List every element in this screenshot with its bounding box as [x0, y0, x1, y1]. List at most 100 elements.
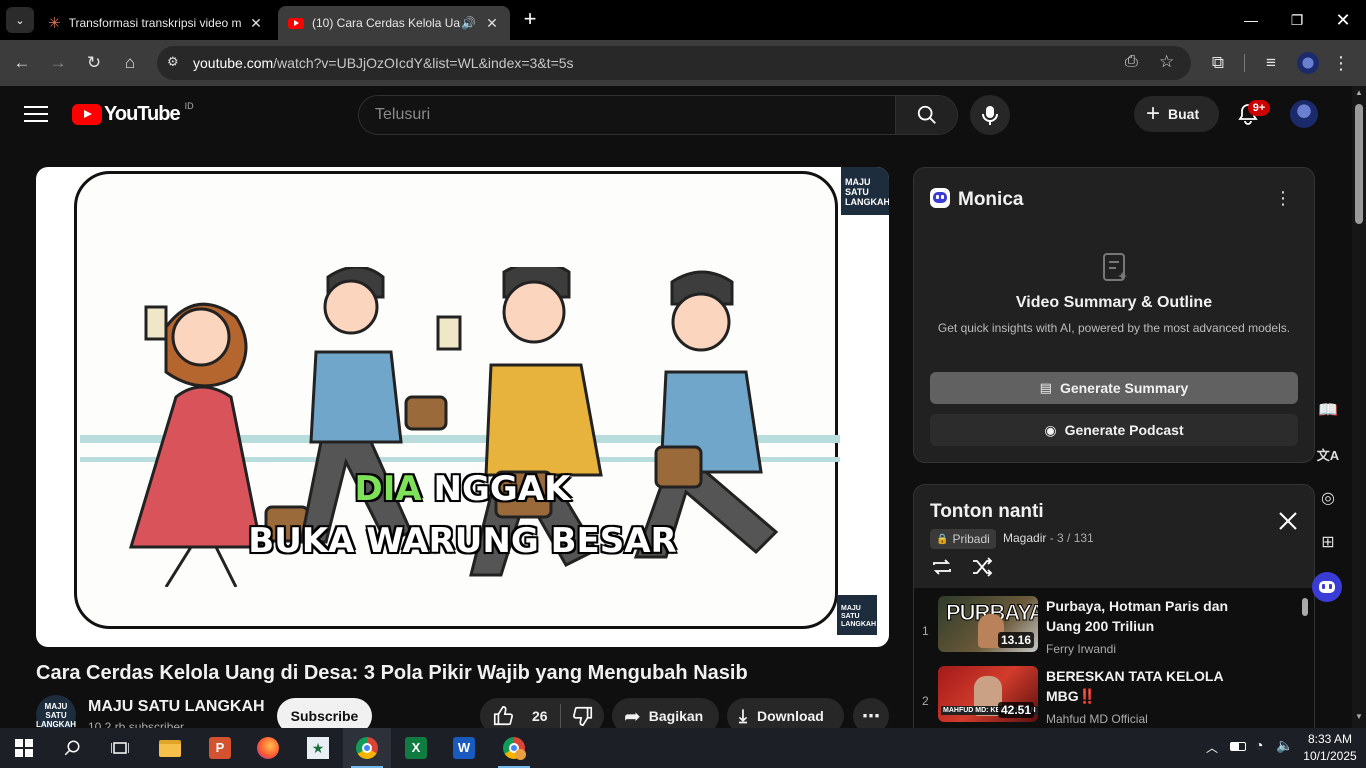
loop-button[interactable]: [930, 555, 954, 579]
scroll-thumb[interactable]: [1355, 104, 1363, 224]
chrome-app[interactable]: [343, 728, 391, 768]
battery-icon[interactable]: [1230, 742, 1246, 751]
playlist-item[interactable]: 1 PURBAYA 13.16 Purbaya, Hotman Paris da…: [914, 596, 1314, 666]
close-tab-icon[interactable]: ✕: [484, 15, 500, 32]
channel-watermark-logo: MAJU SATU LANGKAH: [841, 167, 889, 215]
monica-launcher-icon[interactable]: [1312, 572, 1342, 602]
url-path: /watch?v=UBJjOzOIcdY&list=WL&index=3&t=5…: [273, 55, 574, 71]
video-title[interactable]: Purbaya, Hotman Paris dan Uang 200 Trili…: [1046, 596, 1256, 636]
back-button[interactable]: ←: [9, 50, 35, 76]
restore-button[interactable]: ❐: [1274, 0, 1320, 40]
start-button[interactable]: [0, 728, 48, 768]
search-button[interactable]: [895, 96, 957, 134]
monica-logo-icon: [930, 188, 950, 208]
chrome-icon: [356, 737, 378, 759]
channel-watermark-small: MAJU SATU LANGKAH: [837, 595, 877, 635]
word-app[interactable]: W: [440, 728, 488, 768]
close-window-button[interactable]: ✕: [1320, 0, 1366, 40]
playlist-title[interactable]: Tonton nanti: [930, 501, 1044, 523]
show-hidden-icons[interactable]: ︿: [1206, 739, 1218, 756]
playlist-scrollbar[interactable]: [1302, 598, 1308, 616]
monica-panel: Monica ⋮ Video Summary & Outline Get qui…: [913, 167, 1315, 463]
close-playlist-button[interactable]: [1276, 509, 1300, 533]
home-button[interactable]: ⌂: [117, 50, 143, 76]
channel-name[interactable]: MAJU SATU LANGKAH: [88, 698, 265, 716]
url-text[interactable]: youtube.com/watch?v=UBJjOzOIcdY&list=WL&…: [193, 55, 574, 71]
podcast-side-icon[interactable]: ◎: [1314, 484, 1342, 512]
generate-podcast-label: Generate Podcast: [1064, 422, 1184, 438]
close-icon: [1279, 512, 1297, 530]
chrome-menu-icon[interactable]: ⋮: [1328, 50, 1354, 76]
generate-podcast-button[interactable]: ◉ Generate Podcast: [930, 414, 1298, 446]
wifi-icon[interactable]: ◔: [1255, 737, 1263, 753]
powerpoint-app[interactable]: P: [196, 728, 244, 768]
firefox-icon: [257, 737, 279, 759]
firefox-app[interactable]: [244, 728, 292, 768]
bookmark-star-icon[interactable]: ☆: [1159, 52, 1174, 72]
scroll-up-arrow[interactable]: ▲: [1355, 88, 1363, 97]
generate-summary-button[interactable]: ▤ Generate Summary: [930, 372, 1298, 404]
profile-avatar[interactable]: [1297, 52, 1319, 74]
tab-search-button[interactable]: ⌄: [6, 7, 34, 33]
translate-side-icon[interactable]: 文A: [1314, 440, 1342, 468]
extensions-icon[interactable]: ⧉: [1205, 50, 1231, 76]
video-thumbnail[interactable]: PURBAYA 13.16: [938, 596, 1038, 652]
shuffle-button[interactable]: [970, 555, 994, 579]
page-scrollbar[interactable]: ▲ ▼: [1352, 86, 1366, 728]
youtube-favicon-icon: [288, 17, 304, 29]
site-info-icon[interactable]: ⚙: [167, 54, 179, 70]
video-thumbnail[interactable]: MAHFUD MD: KERACUNAN 42.51: [938, 666, 1038, 722]
scroll-down-arrow[interactable]: ▼: [1355, 712, 1363, 721]
video-player[interactable]: DIA NGGAK BUKA WARUNG BESAR MAJU SATU LANG…: [36, 167, 889, 647]
shuffle-icon: [973, 557, 993, 577]
playlist-position: - 3 / 131: [1046, 531, 1094, 545]
windows-taskbar: P ★ X W ︿ ◔ 🔈 8:33 AM 10/1/2025: [0, 728, 1366, 768]
video-channel[interactable]: Ferry Irwandi: [1046, 642, 1116, 656]
browser-tab-youtube[interactable]: (10) Cara Cerdas Kelola Uan 🔊 ✕: [278, 6, 510, 40]
chrome-profile-app[interactable]: [490, 728, 538, 768]
reader-side-icon[interactable]: 📖: [1314, 396, 1342, 424]
taskbar-search-button[interactable]: [48, 728, 96, 768]
create-button[interactable]: + Buat: [1134, 96, 1219, 132]
privacy-badge: 🔒 Pribadi: [930, 529, 996, 549]
browser-toolbar: ← → ↻ ⌂ ⚙ youtube.com/watch?v=UBJjOzOIcd…: [0, 40, 1366, 86]
account-avatar[interactable]: [1290, 100, 1318, 128]
playlist-owner[interactable]: Magadir: [1003, 531, 1046, 545]
task-view-button[interactable]: [96, 728, 144, 768]
url-host: youtube.com: [193, 55, 274, 71]
media-control-icon[interactable]: ≡: [1258, 50, 1284, 76]
search-input[interactable]: [359, 96, 895, 134]
new-tab-button[interactable]: +: [518, 8, 542, 32]
privacy-label: Pribadi: [952, 532, 990, 546]
close-tab-icon[interactable]: ✕: [248, 15, 264, 32]
hamburger-menu-icon[interactable]: [24, 104, 48, 124]
forward-button[interactable]: →: [45, 50, 71, 76]
task-view-icon: [111, 742, 129, 754]
audio-playing-icon[interactable]: 🔊: [461, 16, 476, 30]
tab-title: Transformasi transkripsi video m: [68, 16, 242, 30]
excel-app[interactable]: X: [392, 728, 440, 768]
voice-search-button[interactable]: [970, 95, 1010, 135]
pinned-app[interactable]: ★: [294, 728, 342, 768]
video-duration: 42.51: [997, 702, 1034, 718]
playlist-item[interactable]: 2 MAHFUD MD: KERACUNAN 42.51 BERESKAN TA…: [914, 666, 1314, 733]
video-title[interactable]: BERESKAN TATA KELOLA MBG‼️: [1046, 666, 1256, 706]
create-label: Buat: [1168, 106, 1200, 122]
video-channel[interactable]: Mahfud MD Official: [1046, 712, 1148, 726]
address-bar[interactable]: ⚙ youtube.com/watch?v=UBJjOzOIcdY&list=W…: [157, 46, 1191, 80]
share-icon: ➦: [624, 705, 641, 728]
apps-side-icon[interactable]: ⊞: [1314, 528, 1342, 556]
monica-menu-icon[interactable]: ⋮: [1274, 188, 1292, 209]
search-box[interactable]: [358, 95, 958, 135]
file-explorer-app[interactable]: [146, 728, 194, 768]
reload-button[interactable]: ↻: [81, 50, 107, 76]
browser-tab-transcription[interactable]: ✳ Transformasi transkripsi video m ✕: [38, 6, 274, 40]
volume-icon[interactable]: 🔈: [1276, 737, 1293, 754]
youtube-logo[interactable]: YouTube ID: [72, 101, 194, 125]
video-duration: 13.16: [997, 632, 1034, 648]
minimize-button[interactable]: —: [1228, 0, 1274, 40]
install-app-icon[interactable]: ⎙: [1125, 53, 1138, 71]
microphone-icon: [982, 106, 998, 125]
country-code: ID: [184, 101, 194, 111]
system-clock[interactable]: 8:33 AM 10/1/2025: [1296, 731, 1364, 765]
